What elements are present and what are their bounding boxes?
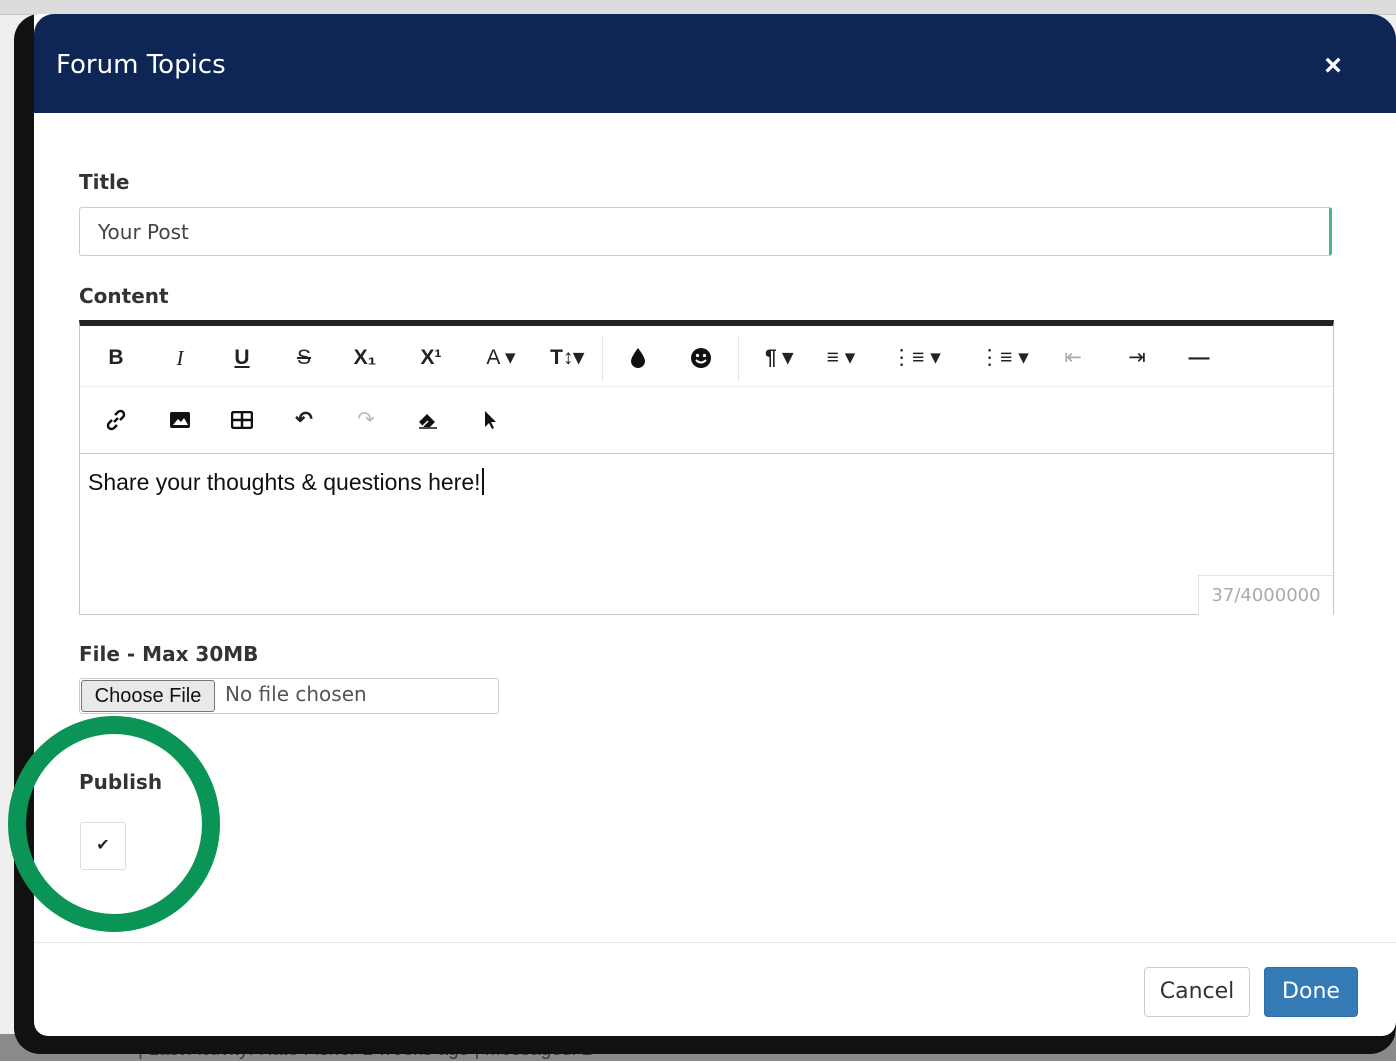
title-input[interactable] (79, 207, 1332, 256)
check-icon: ✔ (96, 837, 110, 854)
file-input[interactable]: Choose File No file chosen (79, 678, 499, 714)
bold-icon[interactable]: B (102, 343, 130, 373)
text-caret (481, 468, 484, 495)
file-label: File - Max 30MB (79, 642, 259, 666)
font-size-icon[interactable]: T↕▾ (542, 343, 592, 373)
modal-dialog: Forum Topics × Title Content B I U S X₁ … (34, 14, 1396, 1036)
cancel-button[interactable]: Cancel (1144, 967, 1250, 1017)
editor-text[interactable]: Share your thoughts & questions here! (88, 468, 484, 496)
superscript-icon[interactable]: X¹ (414, 343, 448, 373)
modal-footer-divider (34, 942, 1396, 943)
strikethrough-icon[interactable]: S (290, 343, 318, 373)
modal-title: Forum Topics (56, 50, 226, 80)
indent-icon[interactable]: ⇥ (1122, 343, 1152, 373)
publish-label: Publish (79, 770, 163, 794)
forum-topics-modal: Forum Topics × Title Content B I U S X₁ … (14, 14, 1396, 1054)
editor-toolbar-row: ↶ ↷ (80, 392, 1333, 448)
horizontal-line-icon[interactable]: — (1184, 343, 1214, 373)
outdent-icon[interactable]: ⇤ (1058, 343, 1088, 373)
choose-file-button[interactable]: Choose File (81, 680, 215, 712)
done-button[interactable]: Done (1264, 967, 1358, 1017)
editor-toolbar-row: B I U S X₁ X¹ A ▾ T↕▾ ¶ ▾ ≡ ▾ ⋮≡ ▾ ⋮≡ ▾ … (80, 330, 1333, 387)
toolbar-separator (738, 336, 739, 382)
ordered-list-icon[interactable]: ⋮≡ ▾ (886, 343, 946, 373)
italic-icon[interactable]: I (166, 343, 194, 373)
unordered-list-icon[interactable]: ⋮≡ ▾ (974, 343, 1034, 373)
subscript-icon[interactable]: X₁ (348, 343, 382, 373)
modal-header: Forum Topics × (34, 14, 1396, 113)
editor-content-area[interactable]: Share your thoughts & questions here! 37… (80, 453, 1333, 616)
background-tabs-strip (0, 0, 1396, 15)
toolbar-separator (602, 336, 603, 382)
editor-body-text: Share your thoughts & questions here! (88, 469, 481, 495)
title-label: Title (79, 170, 130, 194)
undo-icon[interactable]: ↶ (290, 405, 318, 435)
file-status-text: No file chosen (225, 682, 367, 706)
table-icon[interactable] (228, 405, 256, 435)
underline-icon[interactable]: U (228, 343, 256, 373)
eraser-icon[interactable] (414, 405, 442, 435)
image-icon[interactable] (166, 405, 194, 435)
paragraph-format-icon[interactable]: ¶ ▾ (756, 343, 802, 373)
link-icon[interactable] (102, 405, 130, 435)
align-icon[interactable]: ≡ ▾ (818, 343, 864, 373)
character-counter: 37/4000000 (1198, 575, 1333, 616)
select-cursor-icon[interactable] (476, 405, 504, 435)
redo-icon[interactable]: ↷ (352, 405, 380, 435)
publish-checkbox[interactable]: ✔ (80, 822, 126, 870)
font-color-icon[interactable]: A ▾ (478, 343, 524, 373)
rich-text-editor: B I U S X₁ X¹ A ▾ T↕▾ ¶ ▾ ≡ ▾ ⋮≡ ▾ ⋮≡ ▾ … (79, 320, 1334, 616)
close-icon[interactable]: × (1319, 51, 1347, 81)
emoji-icon[interactable] (686, 343, 716, 373)
content-label: Content (79, 284, 169, 308)
drop-icon[interactable] (624, 343, 652, 373)
